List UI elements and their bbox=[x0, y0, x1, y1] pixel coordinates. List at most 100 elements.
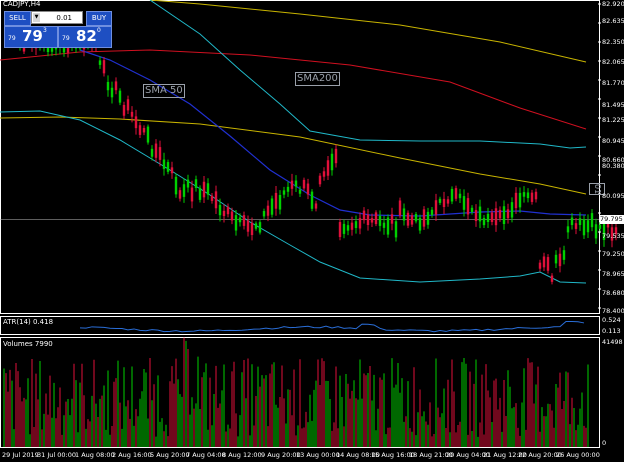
candle-body bbox=[238, 217, 242, 223]
candle-body bbox=[382, 222, 386, 228]
candle-body bbox=[566, 226, 570, 233]
candle-body bbox=[446, 199, 450, 204]
candle-body bbox=[478, 206, 482, 222]
candle-body bbox=[354, 221, 358, 229]
candle-body bbox=[198, 187, 202, 200]
buy-quote[interactable]: 79 82 0 bbox=[58, 26, 112, 48]
candle-body bbox=[506, 209, 510, 219]
candle-body bbox=[454, 188, 458, 199]
candle-body bbox=[142, 127, 146, 133]
price-tick: 82.635 bbox=[602, 17, 624, 25]
buy-quote-prefix: 79 bbox=[62, 35, 70, 42]
candle-body bbox=[318, 175, 322, 185]
candle-body bbox=[554, 254, 558, 264]
candle-body bbox=[110, 87, 114, 98]
price-tick: 81.770 bbox=[602, 79, 624, 87]
chart-canvas[interactable] bbox=[0, 0, 624, 462]
candle-body bbox=[342, 223, 346, 234]
time-tick: 1 Aug 08:00 bbox=[75, 451, 115, 459]
candle-body bbox=[106, 81, 110, 91]
candle-body bbox=[430, 209, 434, 216]
candle-body bbox=[598, 224, 602, 229]
sell-quote-prefix: 79 bbox=[8, 35, 16, 42]
candle-body bbox=[346, 225, 350, 231]
candle-body bbox=[458, 193, 462, 199]
candle-body bbox=[310, 191, 314, 209]
candle-body bbox=[150, 148, 154, 157]
candle-body bbox=[558, 253, 562, 267]
candle-body bbox=[366, 214, 370, 226]
candle-body bbox=[134, 116, 138, 129]
candle-body bbox=[550, 275, 554, 282]
candle-body bbox=[190, 187, 194, 202]
candle-body bbox=[578, 218, 582, 225]
candle-body bbox=[214, 191, 218, 209]
candle-body bbox=[394, 221, 398, 238]
candle-body bbox=[322, 171, 326, 177]
time-tick: 2 Aug 16:00 bbox=[112, 451, 152, 459]
sell-button[interactable]: SELL bbox=[4, 11, 31, 26]
candle-body bbox=[586, 220, 590, 233]
candle-body bbox=[270, 198, 274, 215]
candle-body bbox=[406, 212, 410, 226]
candle-body bbox=[462, 196, 466, 210]
candle-body bbox=[482, 217, 486, 226]
time-tick: 8 Aug 12:00 bbox=[222, 451, 262, 459]
atr-panel-frame bbox=[0, 316, 600, 335]
time-tick: 7 Aug 04:00 bbox=[186, 451, 226, 459]
candle-body bbox=[390, 214, 394, 224]
candle-body bbox=[418, 217, 422, 231]
time-tick: 13 Aug 00:00 bbox=[296, 451, 340, 459]
buy-button[interactable]: BUY bbox=[86, 11, 112, 26]
sma200-annotation[interactable]: SMA200 bbox=[295, 72, 340, 86]
candle-body bbox=[538, 262, 542, 269]
candle-body bbox=[534, 191, 538, 200]
volume-tick-low: 0 bbox=[602, 439, 607, 447]
candle-body bbox=[210, 195, 214, 201]
candle-body bbox=[338, 222, 342, 237]
sma50-annotation[interactable]: SMA 50 bbox=[143, 84, 185, 98]
candle-body bbox=[350, 222, 354, 230]
candle-body bbox=[466, 198, 470, 215]
candle-body bbox=[254, 223, 258, 229]
candle-body bbox=[582, 219, 586, 236]
chevron-down-icon[interactable]: ▼ bbox=[33, 13, 40, 22]
price-tick: 79.535 bbox=[602, 232, 624, 240]
chart-window: CADJPY,H4 SELL 0.01 ▼ BUY 79 79 3 79 82 … bbox=[0, 0, 624, 462]
candle-body bbox=[118, 90, 122, 103]
candle-body bbox=[486, 213, 490, 222]
candle-body bbox=[226, 206, 230, 215]
candle-body bbox=[126, 99, 130, 111]
candle-body bbox=[174, 176, 178, 195]
candle-body bbox=[242, 215, 246, 226]
candle-body bbox=[222, 210, 226, 217]
price-tick: 81.225 bbox=[602, 116, 624, 124]
candle-body bbox=[362, 210, 366, 221]
buy-quote-main: 82 bbox=[76, 27, 97, 45]
candle-body bbox=[474, 209, 478, 222]
candle-body bbox=[250, 222, 254, 236]
candle-body bbox=[102, 60, 106, 74]
sma200-line bbox=[0, 49, 587, 130]
candle-body bbox=[370, 218, 374, 223]
atr-line bbox=[79, 320, 585, 333]
candle-body bbox=[426, 211, 430, 225]
candle-body bbox=[170, 167, 174, 174]
sell-quote[interactable]: 79 79 3 bbox=[4, 26, 58, 48]
sell-quote-main: 79 bbox=[22, 27, 43, 45]
ma-yellow-upper-line bbox=[149, 0, 587, 63]
price-tick: 78.400 bbox=[602, 307, 624, 315]
buy-quote-pip: 0 bbox=[97, 27, 101, 34]
time-tick: 9 Aug 20:00 bbox=[261, 451, 301, 459]
price-tick: 80.945 bbox=[602, 137, 624, 145]
candle-body bbox=[570, 217, 574, 226]
candle-body bbox=[294, 180, 298, 187]
candle-body bbox=[470, 207, 474, 212]
atr-tick-high: 0.524 bbox=[602, 316, 621, 324]
candle-body bbox=[234, 215, 238, 231]
candle-body bbox=[434, 200, 438, 215]
candle-body bbox=[410, 215, 414, 225]
candle-body bbox=[402, 208, 406, 221]
candle-body bbox=[218, 204, 222, 216]
candle-body bbox=[302, 179, 306, 189]
